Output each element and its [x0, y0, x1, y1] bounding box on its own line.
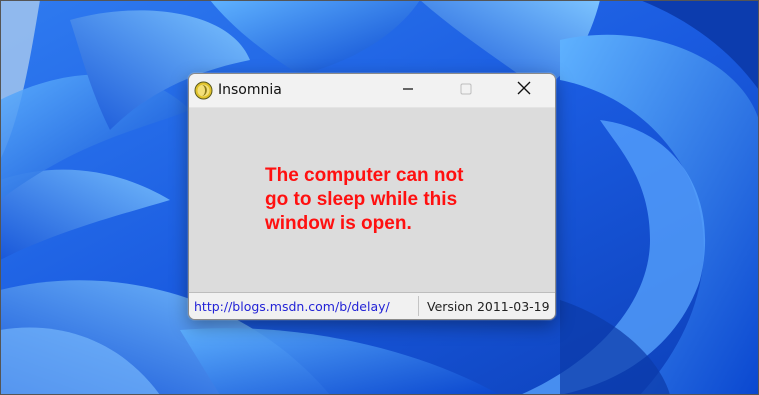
sleep-message: The computer can not go to sleep while t… — [265, 164, 525, 236]
maximize-button[interactable] — [443, 74, 489, 107]
minimize-button[interactable] — [385, 74, 431, 107]
message-line: go to sleep while this — [265, 189, 458, 210]
blog-link[interactable]: http://blogs.msdn.com/b/delay/ — [194, 299, 390, 314]
maximize-icon — [460, 82, 472, 100]
minimize-icon — [402, 82, 414, 100]
window-title: Insomnia — [218, 82, 282, 98]
title-bar[interactable]: Insomnia — [189, 74, 555, 108]
status-divider — [418, 296, 419, 316]
close-icon — [517, 81, 531, 100]
window-content: The computer can not go to sleep while t… — [189, 108, 555, 292]
status-bar: http://blogs.msdn.com/b/delay/ Version 2… — [189, 292, 555, 319]
message-line: The computer can not — [265, 165, 464, 186]
close-button[interactable] — [501, 74, 547, 107]
version-label: Version 2011-03-19 — [427, 299, 550, 314]
insomnia-window: Insomnia The computer can not go to slee… — [188, 73, 556, 320]
message-line: window is open. — [265, 213, 412, 234]
insomnia-moon-icon — [194, 81, 213, 100]
